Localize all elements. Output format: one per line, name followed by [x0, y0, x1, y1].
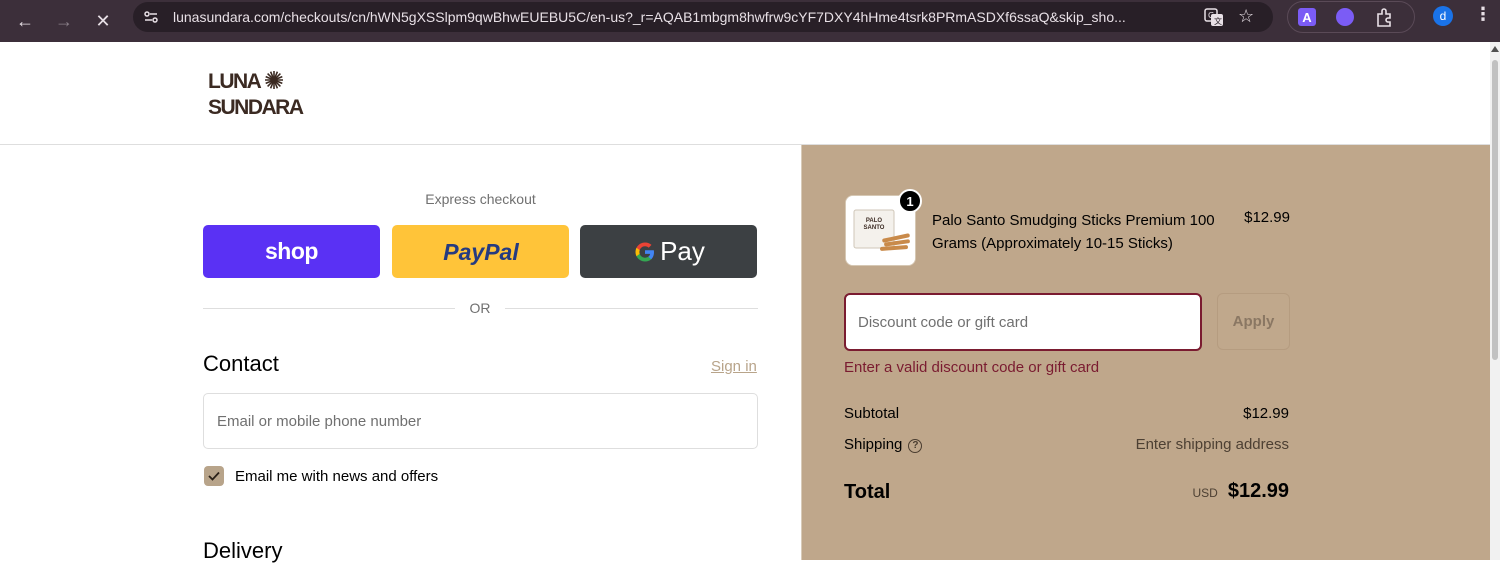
- paypal-button[interactable]: PayPal: [392, 225, 569, 278]
- product-name: Palo Santo Smudging Sticks Premium 100 G…: [932, 212, 1215, 252]
- shipping-row-label: Shipping?: [844, 436, 923, 453]
- total-label: Total: [844, 481, 891, 503]
- delivery-heading: Delivery: [203, 538, 283, 563]
- product-price: $12.99: [1244, 209, 1290, 226]
- google-pay-button[interactable]: Pay: [580, 225, 757, 278]
- extension-link-icon[interactable]: [1336, 8, 1354, 26]
- shop-pay-button[interactable]: shop: [203, 225, 380, 278]
- currency-code: USD: [1192, 486, 1218, 500]
- newsletter-label[interactable]: Email me with news and offers: [235, 468, 438, 485]
- scrollbar-thumb[interactable]: [1492, 60, 1498, 360]
- svg-text:文: 文: [1214, 16, 1222, 26]
- svg-text:SANTO: SANTO: [864, 225, 885, 231]
- or-divider-label: OR: [455, 300, 505, 316]
- apply-discount-button[interactable]: Apply: [1217, 293, 1290, 350]
- subtotal-value: $12.99: [1243, 405, 1289, 422]
- scroll-up-arrow-icon[interactable]: [1491, 46, 1499, 52]
- newsletter-checkbox[interactable]: [204, 466, 224, 486]
- help-icon[interactable]: ?: [908, 439, 923, 453]
- svg-text:PALO: PALO: [866, 218, 883, 224]
- back-arrow-icon[interactable]: ←: [10, 6, 40, 36]
- bookmark-star-icon[interactable]: ☆: [1238, 6, 1254, 27]
- forward-arrow-icon[interactable]: →: [49, 6, 79, 36]
- gpay-label: Pay: [660, 236, 705, 266]
- browser-menu-icon[interactable]: ⋮: [1474, 4, 1492, 25]
- google-g-icon: [635, 242, 655, 261]
- url-text[interactable]: lunasundara.com/checkouts/cn/hWN5gXSSlpm…: [173, 9, 1188, 25]
- subtotal-label: Subtotal: [844, 405, 900, 422]
- browser-toolbar: ← → ✕ lunasundara.com/checkouts/cn/hWN5g…: [0, 0, 1500, 42]
- email-field[interactable]: [203, 393, 758, 449]
- svg-text:SUNDARA: SUNDARA: [208, 96, 304, 118]
- profile-avatar[interactable]: d: [1433, 6, 1453, 26]
- contact-heading: Contact: [203, 351, 279, 376]
- quantity-badge: 1: [898, 189, 922, 213]
- site-info-icon[interactable]: [143, 9, 159, 25]
- page-scrollbar[interactable]: [1490, 42, 1500, 560]
- luna-sundara-logo[interactable]: LUNA SUNDARA: [207, 68, 311, 118]
- shipping-value: Enter shipping address: [1135, 436, 1289, 453]
- extensions-group: A: [1287, 1, 1415, 33]
- total-amount: USD $12.99: [1192, 480, 1289, 503]
- address-bar[interactable]: lunasundara.com/checkouts/cn/hWN5gXSSlpm…: [133, 2, 1273, 32]
- paypal-logo: PayPal: [443, 239, 519, 265]
- extension-a-icon[interactable]: A: [1298, 8, 1316, 26]
- svg-text:LUNA: LUNA: [208, 70, 262, 93]
- extensions-puzzle-icon[interactable]: [1374, 6, 1396, 28]
- shipping-label: Shipping: [844, 436, 903, 453]
- checkmark-icon: [208, 471, 220, 481]
- checkout-main: Express checkout shop PayPal Pay OR Cont…: [0, 145, 801, 563]
- stop-loading-icon[interactable]: ✕: [88, 6, 118, 36]
- express-checkout-label: Express checkout: [425, 191, 536, 207]
- discount-code-input[interactable]: [844, 293, 1202, 351]
- site-header: LUNA SUNDARA: [0, 42, 1490, 145]
- total-value: $12.99: [1227, 480, 1289, 502]
- sign-in-link[interactable]: Sign in: [711, 358, 757, 375]
- translate-icon[interactable]: G 文: [1203, 6, 1225, 28]
- svg-text:PayPal: PayPal: [443, 239, 519, 265]
- order-summary: PALO SANTO 1 Palo Santo Smudging Sticks …: [801, 145, 1490, 560]
- discount-error-message: Enter a valid discount code or gift card: [844, 359, 1100, 376]
